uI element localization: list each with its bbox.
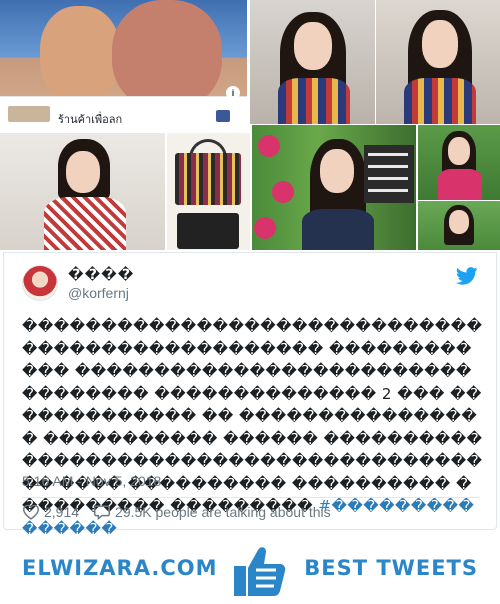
- sign-line: [368, 165, 408, 168]
- face: [448, 137, 470, 165]
- face: [320, 149, 354, 193]
- sign-line: [368, 153, 408, 156]
- flower: [272, 181, 294, 203]
- woman-face: [112, 0, 222, 110]
- patterned-top: [404, 78, 476, 124]
- photo-woman-portrait-2[interactable]: [376, 0, 500, 124]
- display-name[interactable]: ����: [68, 267, 134, 283]
- photo-boy-and-woman[interactable]: ร้านค้าเพื่อลก i: [0, 0, 247, 127]
- pink-top: [438, 169, 482, 200]
- sign-line: [368, 177, 408, 180]
- photo-woman-glasses[interactable]: [0, 133, 165, 250]
- reply-bubble-icon: [94, 505, 111, 520]
- like-action[interactable]: 2,914: [22, 504, 79, 520]
- flower: [258, 135, 280, 157]
- photo-woman-small[interactable]: [418, 201, 500, 250]
- divider: [22, 497, 480, 498]
- tweet-actions: 2,914 29.5K people are talking about thi…: [22, 501, 345, 523]
- caption-text: ร้านค้าเพื่อลก: [58, 113, 123, 126]
- thumbs-up-icon: [234, 547, 286, 596]
- footer-banner: ELWIZARA.COM BEST TWEETS: [0, 534, 500, 604]
- like-count: 2,914: [44, 504, 80, 520]
- embroidered-bag: [175, 153, 241, 205]
- face: [449, 210, 469, 234]
- embedded-tweet: ���� @korfernj �������������������������…: [3, 252, 497, 538]
- patterned-top: [278, 78, 350, 124]
- caption-thumbnail: [8, 106, 50, 122]
- face: [66, 151, 100, 193]
- flower: [254, 217, 276, 239]
- like-icon: [216, 110, 230, 122]
- info-icon[interactable]: i: [226, 86, 240, 100]
- photo-handbags[interactable]: [167, 133, 250, 250]
- photo-collage: ร้านค้าเพื่อลก i: [0, 0, 500, 250]
- face: [422, 20, 458, 68]
- avatar[interactable]: [22, 265, 58, 301]
- face: [294, 22, 332, 70]
- talking-count: 29.5K people are talking about this: [115, 504, 331, 520]
- heart-icon: [22, 504, 40, 520]
- navy-top: [302, 209, 374, 250]
- photo-woman-pink-top[interactable]: [418, 125, 500, 200]
- tagline: BEST TWEETS: [304, 556, 478, 580]
- menu-sign: [364, 145, 414, 203]
- twitter-bird-icon[interactable]: [456, 267, 478, 285]
- sign-line: [368, 189, 408, 192]
- conversation-action[interactable]: 29.5K people are talking about this: [93, 504, 331, 520]
- black-bag: [177, 213, 239, 249]
- page: ร้านค้าเพื่อลก i ���� @korfernj ��������…: [0, 0, 500, 604]
- site-name[interactable]: ELWIZARA.COM: [22, 556, 218, 580]
- user-handle[interactable]: @korfernj: [68, 285, 129, 301]
- photo-woman-flower-wall[interactable]: [252, 125, 416, 250]
- boy-face: [40, 6, 120, 101]
- tweet-timestamp[interactable]: 5:16 AM - Nov 5, 2018: [22, 473, 161, 489]
- checked-apron: [44, 197, 126, 250]
- photo-woman-portrait-1[interactable]: [250, 0, 375, 124]
